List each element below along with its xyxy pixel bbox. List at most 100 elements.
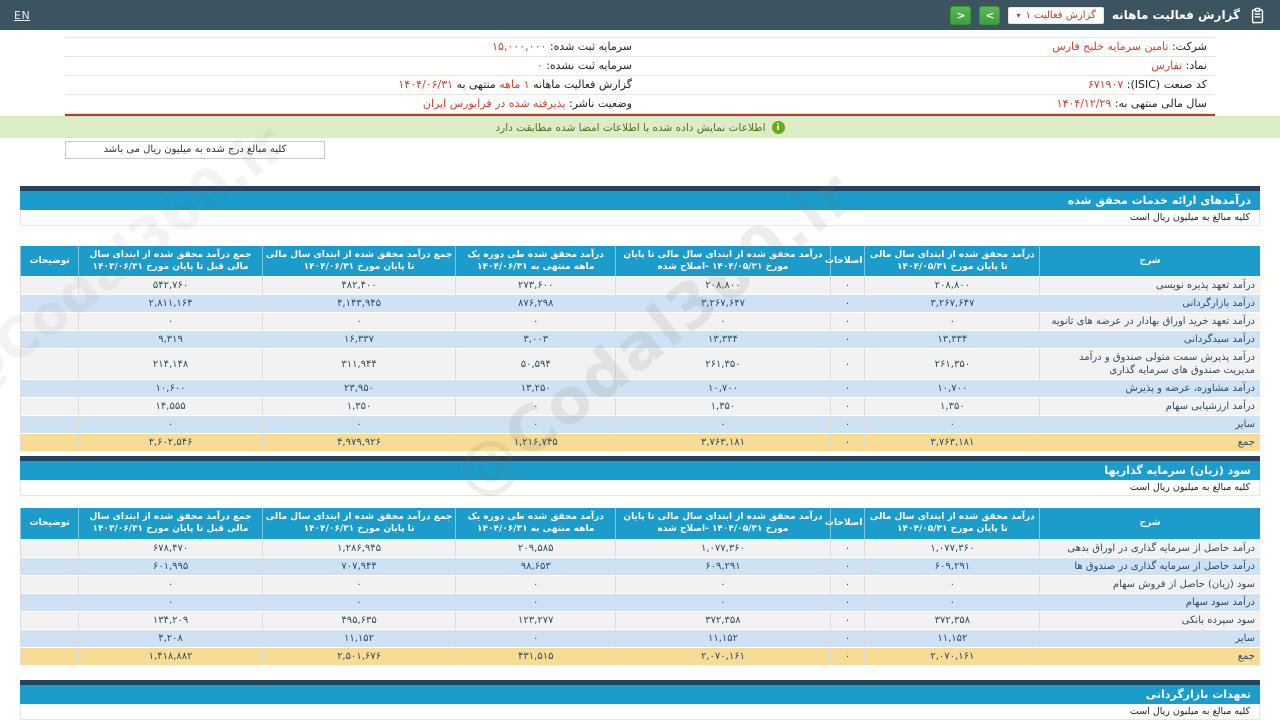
cell-value: ۱۱,۱۵۲	[615, 629, 830, 648]
english-language-link[interactable]: EN	[14, 9, 30, 22]
info-label: گزارش فعالیت ماهانه	[529, 78, 632, 91]
table-row: سود سپرده بانکی ۳۷۲,۳۵۸ ۰ ۳۷۲,۳۵۸ ۱۲۳,۲۷۷ ۴۹۵…	[20, 611, 1260, 630]
cell-value: ۱۱,۱۵۲	[864, 629, 1040, 648]
amounts-unit-note-box: کلیه مبالغ درج شده به میلیون ریال می باش…	[65, 141, 325, 159]
info-value: ۱۴۰۴/۱۲/۲۹	[1056, 97, 1112, 110]
cell-value: ۲,۰۷۰,۱۶۱	[615, 647, 830, 666]
cell-value	[20, 611, 79, 630]
table-row: درآمد سبدگردانی ۱۳,۳۳۴ ۰ ۱۳,۳۳۴ ۳,۰۰۳ ۱۶,۳۳۷ ۹…	[20, 331, 1260, 350]
row-label: درآمد مشاوره، عرضه و پذیرش	[1039, 380, 1260, 399]
rial-unit-note: کلیه مبالغ به میلیون ریال است	[20, 480, 1260, 497]
cell-value	[20, 277, 79, 296]
cell-value: ۱,۲۸۶,۹۴۵	[261, 539, 456, 558]
row-label: درآمد بازارگردانی	[1039, 295, 1260, 314]
column-header: جمع درآمد محقق شده از ابتدای سال مالی تا…	[261, 246, 456, 278]
cell-value: ۰	[455, 416, 616, 435]
cell-value: ۲,۰۷۰,۱۶۱	[864, 647, 1040, 666]
cell-value: ۰	[864, 575, 1040, 594]
table-row: سایر ۱۱,۱۵۲ ۰ ۱۱,۱۵۲ ۰ ۱۱,۱۵۲ ۴,۲۰۸	[20, 629, 1260, 648]
row-label: سایر	[1039, 629, 1260, 648]
cell-value: ۰	[829, 593, 865, 612]
info-label: منتهی به	[453, 78, 500, 91]
cell-value: ۰	[78, 313, 262, 332]
cell-value	[20, 313, 79, 332]
cell-value: ۰	[864, 313, 1040, 332]
info-value[interactable]: تامین سرمایه خلیج فارس	[1052, 40, 1168, 53]
cell-value: ۰	[78, 416, 262, 435]
cell-value	[20, 629, 79, 648]
cell-value: ۲۰۸,۸۰۰	[615, 277, 830, 296]
info-icon: i	[771, 121, 785, 134]
chevron-down-icon: ▾	[1016, 10, 1021, 20]
section-market-making-commitments: تعهدات بازارگردانی کلیه مبالغ به میلیون …	[20, 679, 1260, 720]
rial-unit-note: کلیه مبالغ به میلیون ریال است	[20, 703, 1260, 720]
table-row: درآمد تعهد خرید اوراق بهادار در عرضه های…	[20, 313, 1260, 332]
cell-value: ۴,۹۷۹,۹۲۶	[261, 434, 456, 453]
table-row: سود (زیان) حاصل از فروش سهام ۰ ۰ ۰ ۰ ۰ ۰	[20, 575, 1260, 594]
cell-value: ۳,۶۰۲,۵۴۶	[78, 434, 262, 453]
cell-value: ۳,۷۶۳,۱۸۱	[615, 434, 830, 453]
cell-value: ۰	[615, 593, 830, 612]
cell-value: ۱۴,۵۵۵	[78, 398, 262, 417]
cell-value: ۰	[864, 416, 1040, 435]
cell-value: ۱,۰۷۷,۳۶۰	[615, 539, 830, 558]
cell-value: ۰	[261, 313, 456, 332]
cell-value: ۰	[455, 629, 616, 648]
cell-value: ۴۳۱,۵۱۵	[455, 647, 616, 666]
cell-value: ۲۳,۹۵۰	[261, 380, 456, 399]
cell-value	[20, 647, 79, 666]
next-report-button[interactable]: >	[979, 5, 1001, 25]
total-row: جمع ۳,۷۶۳,۱۸۱ ۰ ۳,۷۶۳,۱۸۱ ۱,۲۱۶,۷۴۵ ۴,۹۷۹,۹۲۶…	[20, 434, 1260, 453]
column-header: جمع درآمد محقق شده از ابتدای سال مالی تا…	[261, 508, 456, 540]
info-label: سرمایه ثبت شده:	[546, 40, 632, 53]
row-label: درآمد سود سهام	[1039, 593, 1260, 612]
cell-value: ۱,۳۵۰	[864, 398, 1040, 417]
cell-value: ۶۰۱,۹۹۵	[78, 557, 262, 576]
cell-value: ۰	[261, 575, 456, 594]
column-header: درآمد محقق شده طی دوره یک ماهه منتهی به …	[455, 246, 616, 278]
cell-value: ۰	[455, 313, 616, 332]
info-value: ۱۵,۰۰۰,۰۰۰	[492, 40, 547, 53]
cell-value: ۱۳,۳۳۴	[864, 331, 1040, 350]
column-header: درآمد محقق شده از ابتدای سال مالی تا پای…	[864, 246, 1040, 278]
cell-value: ۶۰۹,۲۹۱	[864, 557, 1040, 576]
row-label: جمع	[1039, 647, 1260, 666]
cell-value: ۰	[78, 593, 262, 612]
cell-value: ۰	[829, 434, 865, 453]
info-row: کد صنعت (ISIC): ۶۷۱۹۰۷	[640, 76, 1215, 95]
signed-data-notice-bar: i اطلاعات نمایش داده شده با اطلاعات امضا…	[0, 116, 1280, 138]
cell-value	[20, 557, 79, 576]
cell-value: ۰	[615, 416, 830, 435]
cell-value: ۱,۳۵۰	[615, 398, 830, 417]
cell-value	[20, 416, 79, 435]
section-title-market-making: تعهدات بازارگردانی	[20, 684, 1260, 704]
previous-report-button[interactable]: <	[950, 5, 972, 25]
top-header-bar: گزارش فعالیت ماهانه گزارش فعالیت ۱ ▾ > <…	[0, 0, 1280, 30]
cell-value: ۱۰,۷۰۰	[615, 380, 830, 399]
row-label: درآمد سبدگردانی	[1039, 331, 1260, 350]
info-label: سال مالی منتهی به:	[1111, 97, 1207, 110]
cell-value: ۳۷۲,۳۵۸	[615, 611, 830, 630]
cell-value: ۱۳۴,۲۰۹	[78, 611, 262, 630]
row-label: درآمد تعهد پذیره نویسی	[1039, 277, 1260, 296]
cell-value: ۳,۰۰۳	[455, 331, 616, 350]
cell-value: ۷۰۷,۹۴۴	[261, 557, 456, 576]
section-service-revenues: درآمدهای ارائه خدمات محقق شده کلیه مبالغ…	[20, 186, 1260, 226]
cell-value: ۲۰۸,۸۰۰	[864, 277, 1040, 296]
table-row: درآمد سود سهام ۰ ۰ ۰ ۰ ۰ ۰	[20, 593, 1260, 612]
cell-value: ۳,۷۶۳,۱۸۱	[864, 434, 1040, 453]
table-header-row: شرح درآمد محقق شده از ابتدای سال مالی تا …	[20, 246, 1260, 278]
column-header: شرح	[1039, 508, 1260, 540]
cell-value: ۶۰۹,۲۹۱	[615, 557, 830, 576]
cell-value: ۰	[829, 349, 865, 381]
cell-value: ۰	[829, 416, 865, 435]
cell-value: ۰	[829, 557, 865, 576]
info-value: ۱۴۰۴/۰۶/۳۱	[398, 78, 454, 91]
column-header: جمع درآمد محقق شده از ابتدای سال مالی قب…	[78, 246, 262, 278]
table-row: درآمد ارزشیابی سهام ۱,۳۵۰ ۰ ۱,۳۵۰ ۰ ۱,۳۵۰ ۱۴,۵…	[20, 398, 1260, 417]
report-version-dropdown[interactable]: گزارش فعالیت ۱ ▾	[1008, 6, 1104, 24]
row-label: درآمد تعهد خرید اوراق بهادار در عرضه های…	[1039, 313, 1260, 332]
cell-value: ۹,۳۱۹	[78, 331, 262, 350]
cell-value	[20, 593, 79, 612]
cell-value: ۰	[829, 629, 865, 648]
